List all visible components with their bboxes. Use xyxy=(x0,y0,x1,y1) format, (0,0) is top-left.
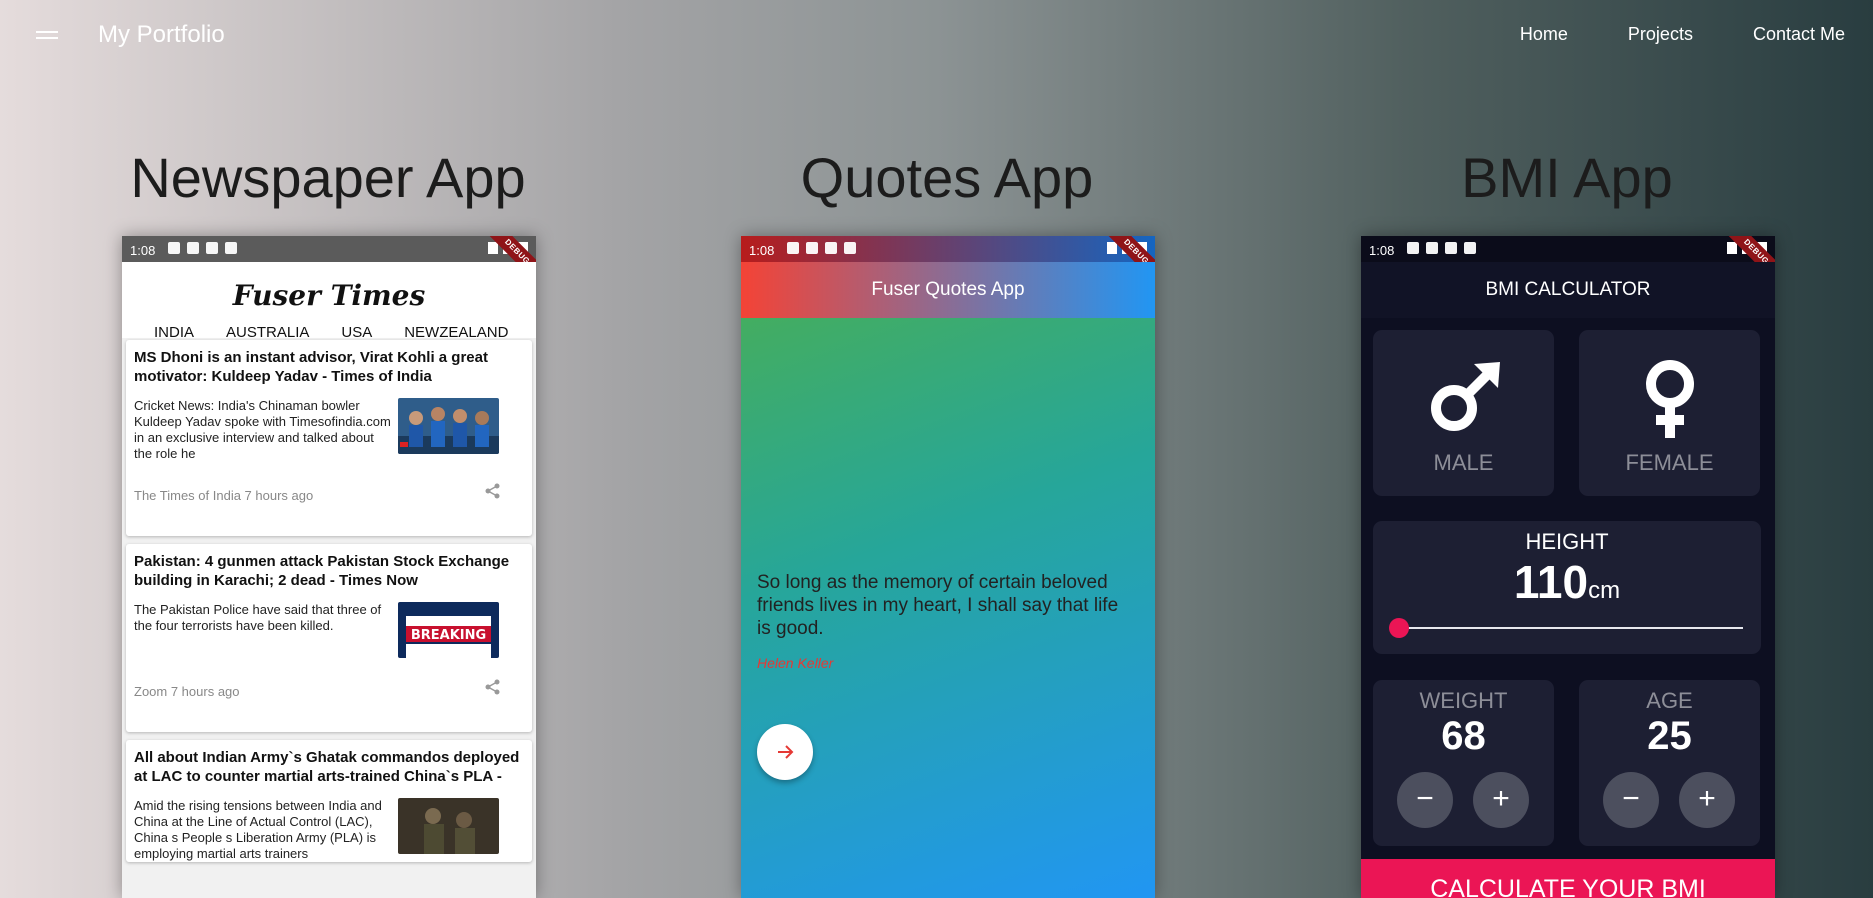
menu-icon[interactable] xyxy=(36,31,58,43)
weight-card: WEIGHT 68 − + xyxy=(1373,680,1554,846)
nav-contact-link[interactable]: Contact Me xyxy=(1753,24,1845,45)
height-slider-thumb[interactable] xyxy=(1389,618,1409,638)
male-card[interactable]: MALE xyxy=(1373,330,1554,496)
newspaper-app-title: Newspaper App xyxy=(130,146,526,209)
weight-plus-button[interactable]: + xyxy=(1473,772,1529,828)
quote-author: Helen Keller xyxy=(757,655,834,671)
age-label: AGE xyxy=(1646,688,1693,713)
article-title: MS Dhoni is an instant advisor, Virat Ko… xyxy=(134,349,488,385)
status-time: 1:08 xyxy=(749,243,775,258)
article-thumbnail xyxy=(398,798,499,854)
status-time: 1:08 xyxy=(1369,243,1395,258)
nav-projects-link[interactable]: Projects xyxy=(1628,24,1693,45)
article-thumbnail xyxy=(398,398,499,454)
height-label: HEIGHT xyxy=(1525,529,1609,554)
bmi-appbar-title: BMI CALCULATOR xyxy=(1361,262,1775,318)
arrow-right-icon xyxy=(778,745,794,759)
article-card[interactable]: MS Dhoni is an instant advisor, Virat Ko… xyxy=(126,340,532,536)
article-title: Pakistan: 4 gunmen attack Pakistan Stock… xyxy=(134,553,510,589)
quotes-app-title: Quotes App xyxy=(800,146,1094,209)
weight-label: WEIGHT xyxy=(1419,688,1508,713)
article-description: The Pakistan Police have said that three… xyxy=(134,602,382,633)
height-readout: 110cm xyxy=(1373,555,1761,609)
brand-title[interactable]: My Portfolio xyxy=(98,21,225,49)
article-title: All about Indian Army`s Ghatak commandos… xyxy=(134,749,520,785)
bmi-phone-preview: 1:08 DEBUG BMI CALCULATOR MALE FEMALE HE… xyxy=(1361,236,1775,898)
newspaper-header: Fuser Times INDIA AUSTRALIA USA NEWZEALA… xyxy=(122,262,536,347)
female-label: FEMALE xyxy=(1625,450,1714,475)
status-icons xyxy=(1407,242,1476,254)
status-bar: 1:08 xyxy=(122,236,536,262)
height-slider[interactable] xyxy=(1389,618,1743,638)
next-quote-button[interactable] xyxy=(757,724,813,780)
age-plus-button[interactable]: + xyxy=(1679,772,1735,828)
male-icon xyxy=(1430,362,1500,431)
status-icons xyxy=(168,242,237,254)
calculate-bmi-button[interactable]: CALCULATE YOUR BMI xyxy=(1361,859,1775,898)
status-bar: 1:08 xyxy=(1361,236,1775,262)
newspaper-phone-preview: 1:08 DEBUG Fuser Times INDIA AUSTRALIA U… xyxy=(122,236,536,898)
breaking-news-text: BREAKING xyxy=(411,628,486,643)
article-list: MS Dhoni is an instant advisor, Virat Ko… xyxy=(126,340,532,870)
newspaper-logo: Fuser Times xyxy=(232,279,426,312)
height-unit: cm xyxy=(1588,577,1621,604)
quotes-appbar-title: Fuser Quotes App xyxy=(741,262,1155,318)
age-card: AGE 25 − + xyxy=(1579,680,1760,846)
article-description: Amid the rising tensions between India a… xyxy=(134,798,382,861)
male-label: MALE xyxy=(1433,450,1494,475)
female-card[interactable]: FEMALE xyxy=(1579,330,1760,496)
quotes-phone-preview: 1:08 DEBUG Fuser Quotes App So long as t… xyxy=(741,236,1155,898)
height-card: HEIGHT 110cm xyxy=(1373,521,1761,654)
article-card[interactable]: All about Indian Army`s Ghatak commandos… xyxy=(126,740,532,862)
status-bar: 1:08 xyxy=(741,236,1155,262)
article-description: Cricket News: India's Chinaman bowler Ku… xyxy=(134,398,391,461)
quote-text: So long as the memory of certain beloved… xyxy=(757,572,1119,639)
article-source: Zoom 7 hours ago xyxy=(134,684,240,699)
female-icon xyxy=(1645,360,1694,438)
nav-links: Home Projects Contact Me xyxy=(1460,24,1845,45)
status-icons xyxy=(787,242,856,254)
share-icon[interactable] xyxy=(484,678,502,696)
age-minus-button[interactable]: − xyxy=(1603,772,1659,828)
share-icon[interactable] xyxy=(484,482,502,500)
weight-value: 68 xyxy=(1441,714,1486,758)
height-value: 110 xyxy=(1513,556,1589,608)
bmi-app-title: BMI App xyxy=(1461,146,1673,209)
article-source: The Times of India 7 hours ago xyxy=(134,488,314,503)
top-navbar: My Portfolio Home Projects Contact Me xyxy=(0,0,1873,72)
article-thumbnail: BREAKING xyxy=(398,602,499,658)
article-card[interactable]: Pakistan: 4 gunmen attack Pakistan Stock… xyxy=(126,544,532,732)
weight-minus-button[interactable]: − xyxy=(1397,772,1453,828)
status-time: 1:08 xyxy=(130,243,156,258)
age-value: 25 xyxy=(1647,714,1692,758)
nav-home-link[interactable]: Home xyxy=(1520,24,1568,45)
